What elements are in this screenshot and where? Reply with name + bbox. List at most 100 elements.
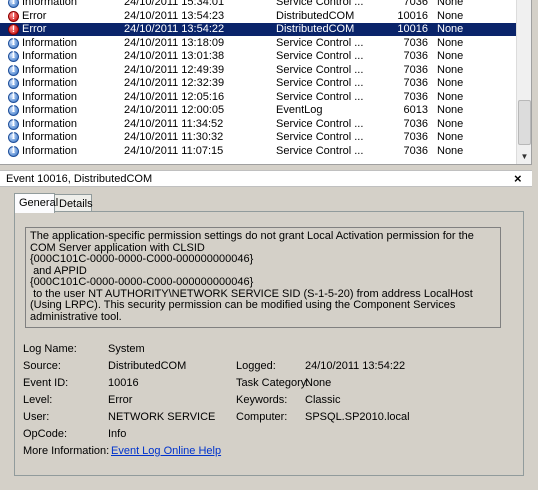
level-value: Error xyxy=(108,394,133,406)
event-date: 24/10/2011 13:01:38 xyxy=(124,50,225,62)
task-category-label: Task Category: xyxy=(236,377,310,389)
detail-header: Event 10016, DistributedCOM × xyxy=(0,170,532,187)
logged-value: 24/10/2011 13:54:22 xyxy=(305,360,406,372)
event-level: Information xyxy=(22,63,78,76)
close-icon[interactable]: × xyxy=(514,171,522,186)
info-icon: i xyxy=(8,132,19,143)
tab-details[interactable]: Details xyxy=(54,194,93,212)
event-id: 10016 xyxy=(397,9,428,22)
event-level: Information xyxy=(22,77,78,89)
tab-general[interactable]: General xyxy=(14,193,58,213)
detail-title: Event 10016, DistributedCOM xyxy=(6,173,153,185)
event-source: Service Control ... xyxy=(276,50,364,62)
row-icon-cell: i xyxy=(8,64,19,76)
event-row[interactable]: ! Error 24/10/2011 13:54:22 DistributedCOM 1… xyxy=(0,23,516,36)
log-name-value: System xyxy=(108,343,145,355)
event-level: Information xyxy=(22,144,78,157)
event-task-category: None xyxy=(437,36,464,49)
event-source: Service Control ... xyxy=(276,144,364,157)
event-id-value: 10016 xyxy=(108,377,139,389)
event-date: 24/10/2011 13:54:23 xyxy=(124,9,225,22)
event-row[interactable]: i Information 24/10/2011 12:49:39 Service C… xyxy=(0,64,516,77)
event-row[interactable]: i Information 24/10/2011 12:00:05 EventLog 6… xyxy=(0,104,516,117)
info-icon: i xyxy=(8,0,19,8)
event-date: 24/10/2011 12:32:39 xyxy=(124,77,225,89)
row-icon-cell: i xyxy=(8,78,19,89)
more-info-label: More Information: xyxy=(23,445,110,457)
event-id: 7036 xyxy=(403,0,428,8)
event-message[interactable]: The application-specific permission sett… xyxy=(25,227,501,328)
event-level: Information xyxy=(22,50,78,62)
event-id: 7036 xyxy=(403,144,428,157)
row-icon-cell: ! xyxy=(8,24,19,35)
row-icon-cell: i xyxy=(8,0,19,8)
event-row[interactable]: i Information 24/10/2011 11:07:15 Service C… xyxy=(0,145,516,158)
keywords-label: Keywords: xyxy=(236,394,288,406)
event-viewer-window: i Information 24/10/2011 15:34:01 Service C… xyxy=(0,0,538,490)
event-list[interactable]: i Information 24/10/2011 15:34:01 Service C… xyxy=(0,0,532,165)
event-date: 24/10/2011 12:05:16 xyxy=(124,90,225,103)
event-date: 24/10/2011 12:00:05 xyxy=(124,104,225,116)
task-category-value: None xyxy=(305,377,332,389)
row-icon-cell: i xyxy=(8,91,19,103)
event-id: 7036 xyxy=(403,90,428,103)
event-level: Information xyxy=(22,90,78,103)
event-source: Service Control ... xyxy=(276,63,364,76)
event-task-category: None xyxy=(437,63,464,76)
source-value: DistributedCOM xyxy=(108,360,187,372)
event-id: 10016 xyxy=(397,23,428,35)
event-task-category: None xyxy=(437,144,464,157)
info-icon: i xyxy=(8,91,19,103)
opcode-value: Info xyxy=(108,428,127,440)
event-task-category: None xyxy=(437,0,464,8)
event-source: DistributedCOM xyxy=(276,9,355,22)
event-row[interactable]: i Information 24/10/2011 13:01:38 Service C… xyxy=(0,50,516,63)
event-date: 24/10/2011 11:07:15 xyxy=(124,144,224,157)
event-level: Information xyxy=(22,0,78,8)
event-id: 7036 xyxy=(403,50,428,62)
event-task-category: None xyxy=(437,9,464,22)
event-task-category: None xyxy=(437,90,464,103)
level-label: Level: xyxy=(23,394,53,406)
event-level: Error xyxy=(22,23,47,35)
logged-label: Logged: xyxy=(236,360,276,372)
event-row[interactable]: i Information 24/10/2011 11:30:32 Service C… xyxy=(0,131,516,144)
source-label: Source: xyxy=(23,360,61,372)
row-icon-cell: i xyxy=(8,145,19,157)
user-label: User: xyxy=(23,411,50,423)
scroll-down-arrow-icon[interactable]: ▼ xyxy=(517,149,531,164)
general-tab-panel: The application-specific permission sett… xyxy=(14,211,524,476)
event-row[interactable]: i Information 24/10/2011 12:05:16 Service C… xyxy=(0,91,516,104)
event-source: Service Control ... xyxy=(276,131,364,143)
scrollbar-thumb[interactable] xyxy=(518,100,531,145)
event-date: 24/10/2011 13:54:22 xyxy=(124,23,225,35)
event-task-category: None xyxy=(437,23,464,35)
event-id-label: Event ID: xyxy=(23,377,69,389)
row-icon-cell: i xyxy=(8,37,19,49)
event-source: Service Control ... xyxy=(276,77,364,89)
event-level: Information xyxy=(22,36,78,49)
event-task-category: None xyxy=(437,77,464,89)
event-row[interactable]: i Information 24/10/2011 13:18:09 Service C… xyxy=(0,37,516,50)
event-id: 7036 xyxy=(403,77,428,89)
error-icon: ! xyxy=(8,24,19,35)
vertical-scrollbar[interactable]: ▼ xyxy=(516,0,531,164)
event-id: 7036 xyxy=(403,63,428,76)
opcode-label: OpCode: xyxy=(23,428,68,440)
event-row[interactable]: i Information 24/10/2011 15:34:01 Service C… xyxy=(0,0,516,9)
event-level: Information xyxy=(22,131,78,143)
event-task-category: None xyxy=(437,50,464,62)
event-source: Service Control ... xyxy=(276,36,364,49)
user-value: NETWORK SERVICE xyxy=(108,411,216,423)
info-icon: i xyxy=(8,78,19,89)
computer-label: Computer: xyxy=(236,411,288,423)
event-log-online-help-link[interactable]: Event Log Online Help xyxy=(111,445,221,457)
event-date: 24/10/2011 11:34:52 xyxy=(124,117,224,130)
event-row[interactable]: i Information 24/10/2011 11:34:52 Service C… xyxy=(0,118,516,131)
event-date: 24/10/2011 12:49:39 xyxy=(124,63,225,76)
error-icon: ! xyxy=(8,10,19,22)
event-row[interactable]: i Information 24/10/2011 12:32:39 Service C… xyxy=(0,77,516,90)
event-row[interactable]: ! Error 24/10/2011 13:54:23 DistributedCOM 1… xyxy=(0,10,516,23)
event-date: 24/10/2011 11:30:32 xyxy=(124,131,224,143)
computer-value: SPSQL.SP2010.local xyxy=(305,411,410,423)
